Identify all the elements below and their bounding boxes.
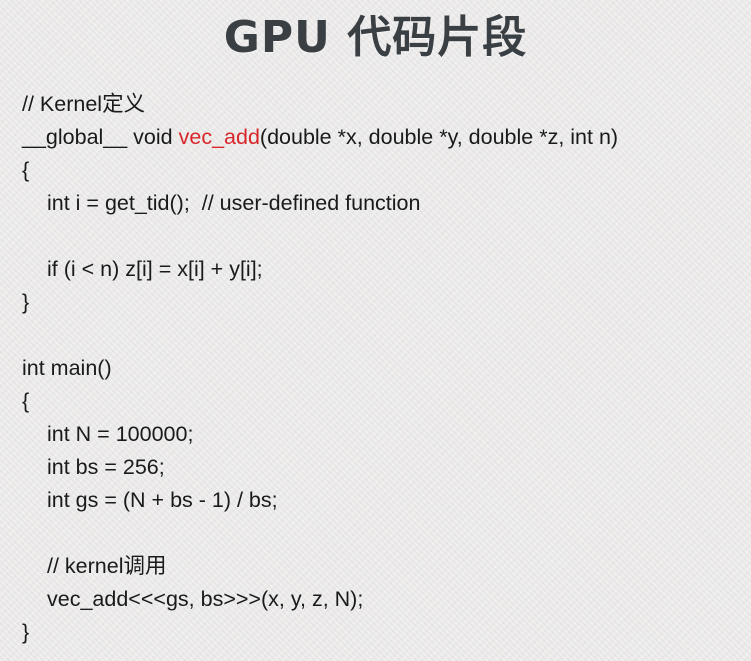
code-line-open-brace: {	[22, 389, 30, 413]
code-line-int-n: int N = 100000;	[47, 422, 194, 446]
code-line-kernel-signature: __global__ void vec_add(double *x, doubl…	[22, 121, 742, 154]
code-line-kernel-comment: // Kernel定义	[22, 92, 146, 116]
code-line-open-brace: {	[22, 158, 30, 182]
code-line-main-signature: int main()	[22, 356, 112, 380]
slide-title: GPU 代码片段	[223, 12, 528, 63]
code-line-get-tid: int i = get_tid(); // user-defined funct…	[47, 191, 421, 215]
code-line-close-brace: }	[22, 620, 30, 644]
code-line-int-gs: int gs = (N + bs - 1) / bs;	[47, 488, 278, 512]
code-block: // Kernel定义 __global__ void vec_add(doub…	[22, 88, 742, 649]
code-line-kernel-call-comment: // kernel调用	[47, 554, 167, 578]
signature-params: (double *x, double *y, double *z, int n)	[259, 125, 619, 149]
code-line-kernel-launch: vec_add<<<gs, bs>>>(x, y, z, N);	[47, 587, 364, 611]
function-name-vec-add: vec_add	[178, 125, 260, 149]
signature-prefix: __global__ void	[22, 125, 179, 149]
code-line-close-brace: }	[22, 290, 30, 314]
code-line-vector-add: if (i < n) z[i] = x[i] + y[i];	[47, 257, 263, 281]
code-line-int-bs: int bs = 256;	[47, 455, 165, 479]
